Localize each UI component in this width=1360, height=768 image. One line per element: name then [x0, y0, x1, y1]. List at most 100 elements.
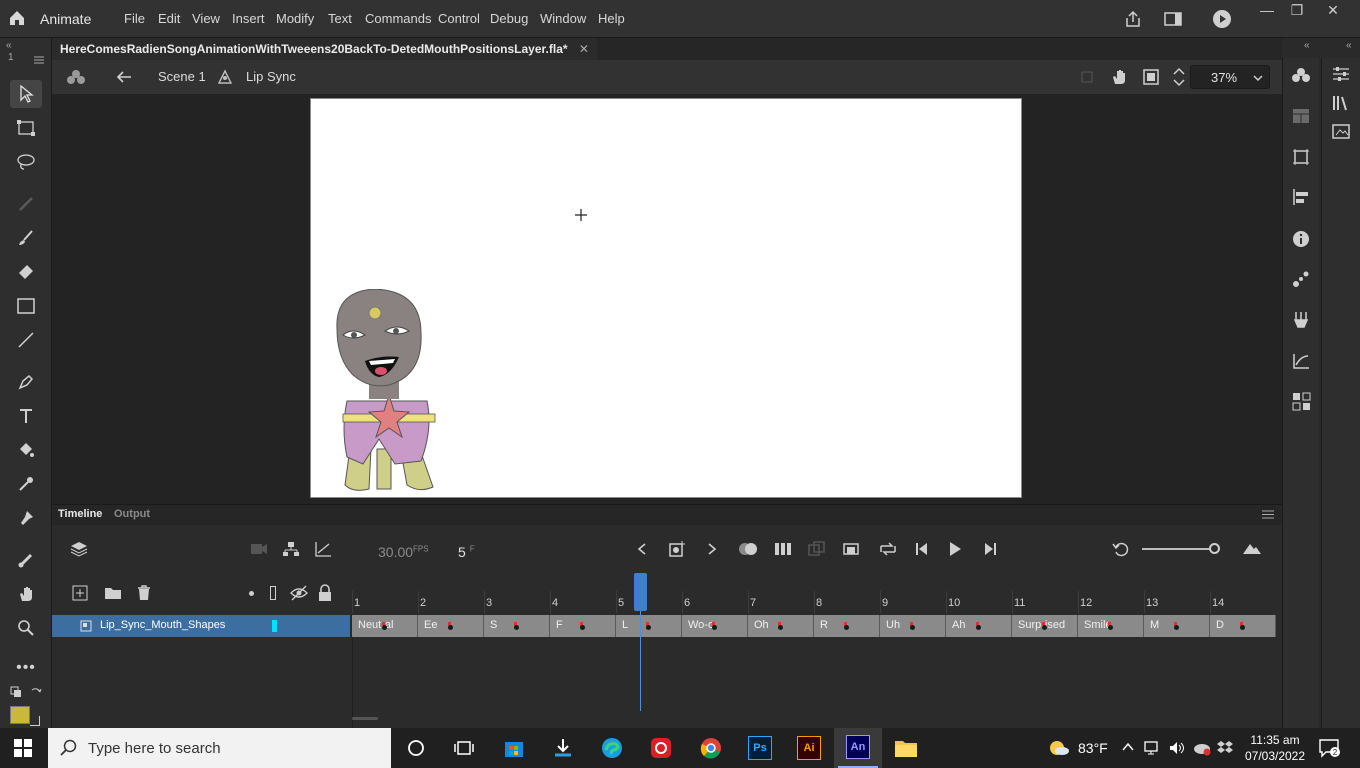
windows-start-icon[interactable]: [14, 739, 32, 757]
motion-presets-icon[interactable]: [1292, 270, 1310, 288]
layer-outline-color[interactable]: [272, 620, 277, 632]
keyframe-span[interactable]: R: [814, 615, 880, 637]
asset-warp-icon[interactable]: [1292, 392, 1312, 412]
menu-file[interactable]: File: [124, 11, 145, 26]
character-illustration[interactable]: [329, 289, 441, 497]
pen-tool-icon[interactable]: [10, 368, 42, 396]
bone-tool-icon[interactable]: [10, 546, 42, 574]
keyframe-span[interactable]: Ee: [418, 615, 484, 637]
parent-view-icon[interactable]: [282, 541, 300, 557]
new-layer-icon[interactable]: [72, 585, 88, 601]
tools-menu-icon[interactable]: [34, 56, 44, 64]
edge-browser-icon[interactable]: [598, 734, 626, 762]
transform-panel-icon[interactable]: [1292, 148, 1310, 166]
keyframe-span[interactable]: Smile: [1078, 615, 1144, 637]
collapse-right-icon[interactable]: «: [1304, 40, 1310, 51]
tab-output[interactable]: Output: [114, 508, 150, 520]
timeline-zoom-slider[interactable]: [1142, 548, 1214, 550]
prev-keyframe-icon[interactable]: [636, 542, 648, 556]
insert-keyframe-icon[interactable]: [668, 540, 686, 558]
network-icon[interactable]: [1144, 740, 1162, 756]
onedrive-icon[interactable]: [1192, 740, 1212, 756]
keyframe-span[interactable]: M: [1144, 615, 1210, 637]
timeline-zoom-handle[interactable]: [1209, 543, 1220, 554]
libraries-panel-icon[interactable]: [1332, 94, 1350, 112]
camera-pan-icon[interactable]: [1110, 68, 1128, 86]
chrome-icon[interactable]: [697, 734, 725, 762]
rectangle-tool-icon[interactable]: [10, 292, 42, 320]
keyframe-span[interactable]: S: [484, 615, 550, 637]
highlight-layer-icon[interactable]: [249, 591, 254, 596]
paint-bucket-tool-icon[interactable]: [10, 436, 42, 464]
loop-icon[interactable]: [878, 540, 898, 558]
layers-icon[interactable]: [70, 541, 88, 557]
brush-tool-icon[interactable]: [10, 224, 42, 252]
fps-display[interactable]: 30.00FPS: [378, 544, 429, 560]
onion-skin-icon[interactable]: [738, 541, 758, 557]
keyframe-span[interactable]: Wo-o: [682, 615, 748, 637]
menu-commands[interactable]: Commands: [365, 11, 431, 26]
playhead[interactable]: [634, 573, 647, 611]
eraser-tool-icon[interactable]: [10, 258, 42, 286]
delete-layer-icon[interactable]: [136, 584, 152, 602]
zoom-out-mountain-icon[interactable]: [1242, 541, 1262, 555]
animate-taskbar-active[interactable]: An: [834, 728, 882, 768]
menu-view[interactable]: View: [192, 11, 220, 26]
workspace-icon[interactable]: [1164, 11, 1182, 27]
fill-color-swatch[interactable]: [10, 706, 30, 724]
dropbox-icon[interactable]: [1216, 740, 1234, 756]
eyedropper-tool-icon[interactable]: [10, 470, 42, 498]
motion-editor-icon[interactable]: [1292, 352, 1310, 370]
menu-window[interactable]: Window: [540, 11, 586, 26]
layer-frames[interactable]: Neutral Ee S F L Wo-o Oh R Uh Ah SurprisedSmile M D: [352, 615, 1276, 637]
lasso-tool-icon[interactable]: [10, 148, 42, 176]
collapse-right2-icon[interactable]: «: [1346, 40, 1352, 51]
breadcrumb-symbol[interactable]: Lip Sync: [246, 69, 296, 84]
stroke-fill-swap-icon[interactable]: [10, 686, 22, 698]
keyframe-span[interactable]: Surprised: [1012, 615, 1078, 637]
onion-outline-icon[interactable]: [774, 541, 792, 557]
menu-edit[interactable]: Edit: [158, 11, 180, 26]
new-folder-icon[interactable]: [104, 585, 122, 601]
keyframe-span[interactable]: F: [550, 615, 616, 637]
frame-ruler[interactable]: 1 2 3 4 5 6 7 8 9 10 11 12 13 14: [352, 591, 1264, 613]
breadcrumb-scene[interactable]: Scene 1: [158, 69, 206, 84]
zoom-select[interactable]: 37%: [1190, 65, 1270, 89]
install-app-icon[interactable]: [549, 734, 577, 762]
line-tool-icon[interactable]: [10, 326, 42, 354]
lock-all-icon[interactable]: [318, 584, 332, 602]
tab-timeline[interactable]: Timeline: [58, 508, 102, 520]
text-tool-icon[interactable]: [10, 402, 42, 430]
pin-tool-icon[interactable]: [10, 504, 42, 532]
current-frame-display[interactable]: 5 F: [458, 544, 475, 560]
reset-zoom-icon[interactable]: [1112, 541, 1130, 557]
stage-canvas[interactable]: [310, 98, 1022, 498]
next-keyframe-icon[interactable]: [706, 542, 718, 556]
menu-insert[interactable]: Insert: [232, 11, 265, 26]
weather-temp[interactable]: 83°F: [1078, 740, 1108, 756]
share-icon[interactable]: [1124, 10, 1142, 28]
menu-text[interactable]: Text: [328, 11, 352, 26]
volume-icon[interactable]: [1168, 740, 1186, 756]
keyframe-span[interactable]: D: [1210, 615, 1276, 637]
test-movie-icon[interactable]: [1212, 9, 1232, 29]
photoshop-icon[interactable]: Ps: [746, 734, 774, 762]
file-explorer-icon[interactable]: [892, 734, 920, 762]
taskbar-search[interactable]: Type here to search: [48, 728, 391, 768]
align-panel-icon[interactable]: [1292, 188, 1310, 206]
center-stage-icon[interactable]: [1172, 66, 1186, 88]
back-arrow-icon[interactable]: [116, 70, 132, 84]
task-view-icon[interactable]: [450, 734, 478, 762]
zoom-tool-icon[interactable]: [10, 614, 42, 642]
swap-colors-icon[interactable]: [30, 686, 42, 698]
snap-icon[interactable]: [1080, 70, 1094, 84]
home-icon[interactable]: [8, 9, 26, 27]
edit-multiple-frames-icon[interactable]: [808, 541, 826, 557]
info-panel-icon[interactable]: [1292, 230, 1310, 248]
free-transform-tool-icon[interactable]: [10, 114, 42, 142]
close-window-button[interactable]: ✕: [1318, 2, 1348, 20]
hand-tool-icon[interactable]: [10, 580, 42, 608]
menu-modify[interactable]: Modify: [276, 11, 314, 26]
tween-graph-icon[interactable]: [314, 541, 332, 557]
clip-canvas-icon[interactable]: [1142, 68, 1160, 86]
